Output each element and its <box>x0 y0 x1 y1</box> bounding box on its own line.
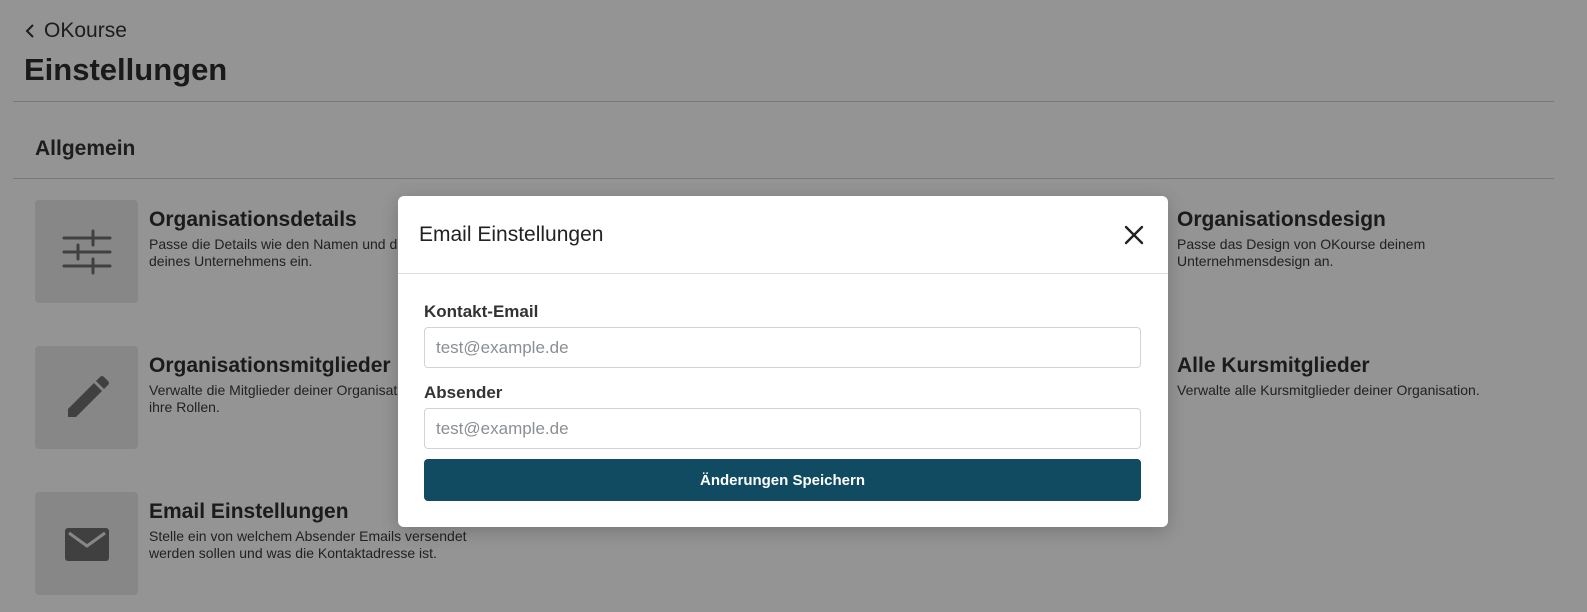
save-button[interactable]: Änderungen Speichern <box>424 459 1141 501</box>
email-settings-dialog: Email Einstellungen Kontakt-Email Absend… <box>398 196 1168 527</box>
contact-email-input[interactable] <box>424 327 1141 368</box>
sender-label: Absender <box>424 383 503 402</box>
dialog-header: Email Einstellungen <box>398 196 1168 274</box>
sender-input[interactable] <box>424 408 1141 449</box>
dialog-title: Email Einstellungen <box>419 222 604 246</box>
close-button[interactable] <box>1120 221 1148 249</box>
close-icon <box>1124 225 1144 244</box>
dialog-body: Kontakt-Email Absender Änderungen Speich… <box>398 274 1168 501</box>
contact-email-label: Kontakt-Email <box>424 302 539 321</box>
